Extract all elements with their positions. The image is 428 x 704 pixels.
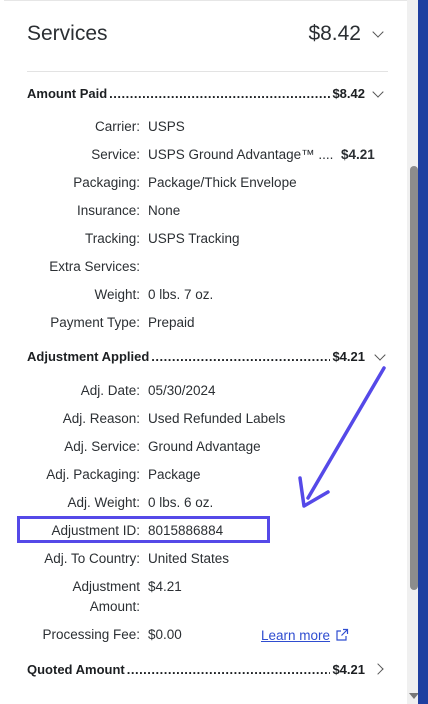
service-key: Service:: [91, 147, 140, 162]
learn-more-link[interactable]: Learn more: [261, 628, 330, 643]
insurance-value: None: [148, 203, 181, 218]
quoted-amount-value: $4.21: [332, 661, 365, 677]
services-panel: Services $8.42 Amount Paid .............…: [4, 0, 407, 704]
tracking-key: Tracking:: [84, 231, 140, 246]
leader-dots: ........................................…: [126, 661, 331, 677]
adj-packaging-value: Package: [148, 467, 201, 482]
detail-row: Carrier: USPS: [4, 119, 404, 137]
extra-services-key: Extra Services:: [49, 259, 140, 274]
adjustment-amount-key: Adjustment: [72, 579, 140, 594]
service-price: $4.21: [341, 147, 375, 162]
payment-type-value: Prepaid: [148, 315, 195, 330]
detail-row: Weight: 0 lbs. 7 oz.: [4, 287, 404, 305]
packaging-key: Packaging:: [73, 175, 140, 190]
amount-paid-row[interactable]: Amount Paid ............................…: [27, 83, 365, 103]
detail-row: Extra Services:: [4, 259, 404, 277]
adj-date-value: 05/30/2024: [148, 383, 216, 398]
top-border: [4, 0, 407, 1]
amount-paid-value: $8.42: [332, 85, 365, 101]
packaging-value: Package/Thick Envelope: [148, 175, 297, 190]
detail-row: Payment Type: Prepaid: [4, 315, 404, 333]
detail-row: Insurance: None: [4, 203, 404, 221]
external-link-icon[interactable]: [335, 628, 349, 642]
service-value: USPS Ground Advantage™ ....: [148, 147, 334, 162]
adj-reason-key: Adj. Reason:: [62, 411, 140, 426]
adjustment-amount-value: $4.21: [148, 579, 182, 594]
detail-row: Tracking: USPS Tracking: [4, 231, 404, 249]
services-total: $8.42: [308, 22, 361, 45]
processing-fee-value: $0.00: [148, 627, 182, 642]
carrier-value: USPS: [148, 119, 185, 134]
services-title: Services: [27, 22, 108, 45]
detail-row: Service: USPS Ground Advantage™ .... $4.…: [4, 147, 404, 165]
adj-reason-value: Used Refunded Labels: [148, 411, 286, 426]
quoted-amount-label: Quoted Amount: [27, 661, 125, 677]
processing-fee-key: Processing Fee:: [42, 627, 140, 642]
adjustment-applied-label: Adjustment Applied: [27, 348, 150, 364]
amount-paid-label: Amount Paid: [27, 85, 108, 101]
window-edge: [418, 0, 428, 704]
adj-to-country-value: United States: [148, 551, 230, 566]
divider: [27, 71, 388, 72]
detail-row: Adjustment Amount: $4.21: [4, 579, 404, 617]
scrollbar-thumb[interactable]: [410, 166, 418, 590]
tracking-value: USPS Tracking: [148, 231, 240, 246]
weight-key: Weight:: [94, 287, 140, 302]
detail-row: Adj. To Country: United States: [4, 551, 404, 569]
carrier-key: Carrier:: [94, 119, 140, 134]
quoted-amount-row[interactable]: Quoted Amount ..........................…: [27, 659, 365, 679]
leader-dots: ........................................…: [109, 85, 331, 101]
adjustment-id-highlight: [17, 516, 270, 543]
payment-type-key: Payment Type:: [50, 315, 140, 330]
weight-value: 0 lbs. 7 oz.: [148, 287, 214, 302]
adj-date-key: Adj. Date:: [80, 383, 140, 398]
chevron-right-icon[interactable]: [372, 663, 384, 675]
adj-weight-key: Adj. Weight:: [67, 495, 140, 510]
adjustment-amount-key-line2: Amount:: [89, 599, 140, 614]
chevron-down-icon[interactable]: [372, 26, 384, 38]
insurance-key: Insurance:: [76, 203, 140, 218]
annotation-arrow: [298, 366, 386, 508]
adj-weight-value: 0 lbs. 6 oz.: [148, 495, 214, 510]
adj-service-key: Adj. Service:: [64, 439, 140, 454]
adj-to-country-key: Adj. To Country:: [44, 551, 140, 566]
detail-row: Packaging: Package/Thick Envelope: [4, 175, 404, 193]
adj-service-value: Ground Advantage: [148, 439, 261, 454]
adj-packaging-key: Adj. Packaging:: [46, 467, 140, 482]
chevron-down-icon[interactable]: [374, 349, 386, 361]
chevron-down-icon[interactable]: [372, 86, 384, 98]
